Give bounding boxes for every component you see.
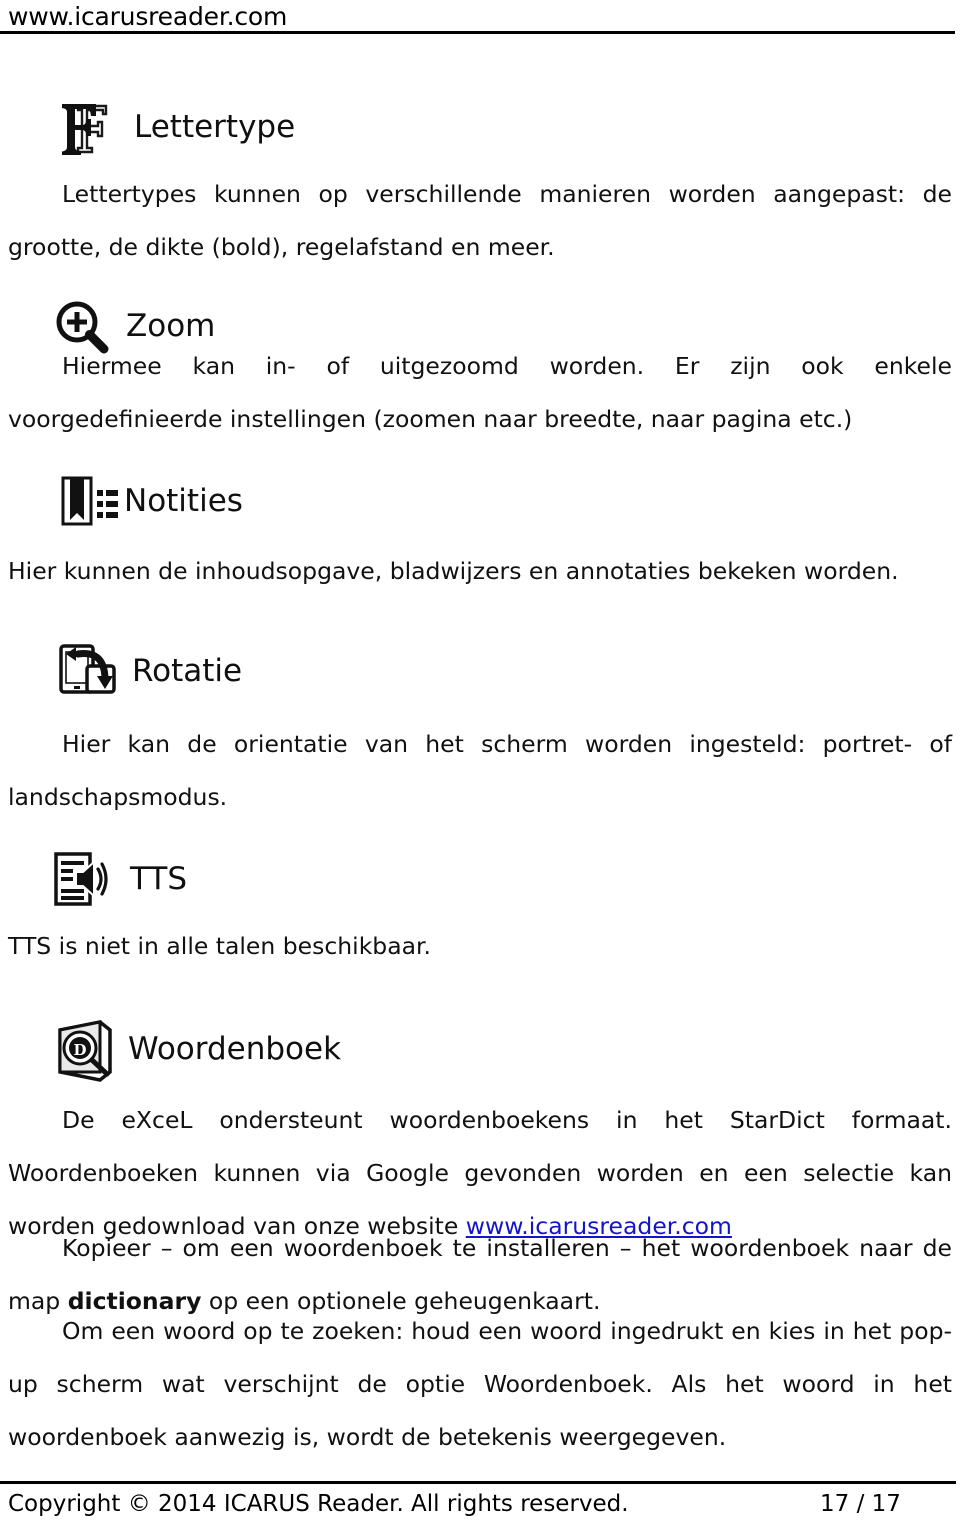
heading-rotatie: Rotatie <box>56 638 242 704</box>
footer-copyright: Copyright © 2014 ICARUS Reader. All righ… <box>8 1491 629 1517</box>
paragraph-zoom: Hiermee kan in- of uitgezoomd worden. Er… <box>8 352 952 433</box>
paragraph-notities: Hier kunnen de inhoudsopgave, bladwijzer… <box>8 557 899 585</box>
heading-notities-label: Notities <box>124 483 243 519</box>
bookmark-list-icon <box>58 470 118 532</box>
svg-text:D: D <box>73 1041 86 1059</box>
footer-page-number: 17 / 17 <box>820 1491 901 1517</box>
heading-woordenboek-label: Woordenboek <box>128 1031 342 1067</box>
heading-tts: TTS <box>50 848 187 910</box>
heading-notities: Notities <box>58 470 243 532</box>
screen-rotation-icon <box>56 638 118 704</box>
text-to-speech-icon <box>50 848 112 910</box>
paragraph-woordenboek-lookup: Om een woord op te zoeken: houd een woor… <box>8 1317 952 1451</box>
document-page: www.icarusreader.com Lettertype Letterty… <box>0 0 960 1528</box>
heading-lettertype-label: Lettertype <box>134 109 296 145</box>
heading-zoom-label: Zoom <box>126 308 216 344</box>
footer-divider <box>0 1481 956 1484</box>
double-f-font-icon <box>56 96 112 158</box>
page-header: www.icarusreader.com <box>0 0 960 36</box>
dictionary-book-icon: D <box>52 1014 118 1084</box>
header-site-url: www.icarusreader.com <box>8 2 288 31</box>
heading-rotatie-label: Rotatie <box>132 653 243 689</box>
paragraph-lettertype: Lettertypes kunnen op verschillende mani… <box>8 180 952 261</box>
heading-lettertype: Lettertype <box>56 96 295 158</box>
paragraph-rotatie: Hier kan de orientatie van het scherm wo… <box>8 730 952 811</box>
heading-tts-label: TTS <box>130 861 188 897</box>
header-divider <box>0 31 955 34</box>
paragraph-tts: TTS is niet in alle talen beschikbaar. <box>8 932 431 960</box>
heading-woordenboek: D Woordenboek <box>52 1014 341 1084</box>
